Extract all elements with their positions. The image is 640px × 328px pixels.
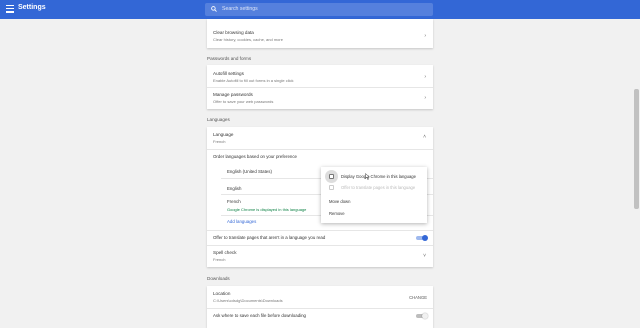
remove-label: Remove bbox=[329, 211, 345, 216]
spell-check-label: Spell check bbox=[213, 250, 237, 255]
chevron-right-icon: › bbox=[424, 74, 426, 80]
autofill-settings-row[interactable]: Autofill settings Enable Autofill to fil… bbox=[207, 68, 433, 86]
spell-check-value: French bbox=[213, 257, 226, 262]
divider bbox=[207, 308, 433, 309]
scrollbar-thumb[interactable] bbox=[634, 89, 639, 209]
ask-where-label: Ask where to save each file before downl… bbox=[213, 313, 306, 318]
location-row: Location C:\Users\cdsdg\Documents\Downlo… bbox=[207, 289, 433, 307]
offer-translate-menu-label: Offer to translate pages in this languag… bbox=[341, 185, 416, 190]
scrollbar[interactable] bbox=[633, 19, 640, 328]
manage-passwords-desc: Offer to save your web passwords bbox=[213, 99, 274, 104]
language-item-english-us: English (United States) bbox=[227, 169, 272, 174]
language-options-menu: Display Google Chrome in this language O… bbox=[321, 167, 427, 223]
chevron-down-icon[interactable]: ˅ bbox=[423, 253, 426, 259]
passwords-card: Autofill settings Enable Autofill to fil… bbox=[207, 65, 433, 109]
search-input[interactable]: Search settings bbox=[222, 6, 258, 12]
chevron-right-icon: › bbox=[424, 95, 426, 101]
divider bbox=[207, 230, 433, 231]
language-row[interactable]: Language French ˄ bbox=[207, 130, 433, 148]
location-path: C:\Users\cdsdg\Documents\Downloads bbox=[213, 298, 283, 303]
downloads-card: Location C:\Users\cdsdg\Documents\Downlo… bbox=[207, 286, 433, 328]
display-language-note: Google Chrome is displayed in this langu… bbox=[227, 207, 307, 212]
autofill-label: Autofill settings bbox=[213, 71, 244, 76]
toggle-knob bbox=[422, 313, 428, 319]
change-location-button[interactable]: CHANGE bbox=[409, 295, 427, 300]
menu-item-display-chrome[interactable]: Display Google Chrome in this language bbox=[321, 172, 427, 182]
search-box[interactable]: Search settings bbox=[205, 3, 433, 16]
language-item-english: English bbox=[227, 186, 242, 191]
divider bbox=[207, 149, 433, 150]
clear-browsing-label: Clear browsing data bbox=[213, 30, 254, 35]
display-chrome-label: Display Google Chrome in this language bbox=[341, 174, 416, 179]
menu-item-offer-translate: Offer to translate pages in this languag… bbox=[321, 183, 427, 193]
language-value: French bbox=[213, 139, 226, 144]
menu-item-remove[interactable]: Remove bbox=[321, 210, 427, 219]
language-label: Language bbox=[213, 132, 234, 137]
mouse-cursor-icon bbox=[365, 173, 370, 180]
menu-item-move-down[interactable]: Move down bbox=[321, 198, 427, 207]
chevron-right-icon: › bbox=[424, 33, 426, 39]
spell-check-row[interactable]: Spell check French ˅ bbox=[207, 247, 433, 265]
language-item-french: French bbox=[227, 199, 241, 204]
privacy-card: Clear browsing data Clear history, cooki… bbox=[207, 19, 433, 48]
divider bbox=[207, 245, 433, 246]
display-chrome-checkbox[interactable] bbox=[329, 174, 334, 179]
chevron-up-icon[interactable]: ˄ bbox=[423, 134, 426, 140]
search-icon bbox=[211, 6, 217, 12]
menu-icon[interactable] bbox=[6, 5, 14, 13]
clear-browsing-desc: Clear history, cookies, cache, and more bbox=[213, 37, 283, 42]
downloads-section-title: Downloads bbox=[207, 276, 230, 281]
app-header: Settings Search settings bbox=[0, 0, 640, 19]
offer-translate-label: Offer to translate pages that aren't in … bbox=[213, 235, 326, 240]
page-title: Settings bbox=[18, 4, 46, 11]
manage-passwords-label: Manage passwords bbox=[213, 92, 253, 97]
move-down-label: Move down bbox=[329, 199, 351, 204]
add-languages-link[interactable]: Add languages bbox=[227, 219, 256, 224]
autofill-desc: Enable Autofill to fill out forms in a s… bbox=[213, 78, 294, 83]
offer-translate-checkbox bbox=[329, 185, 334, 190]
order-languages-label: Order languages based on your preference bbox=[213, 154, 297, 159]
languages-section-title: Languages bbox=[207, 117, 230, 122]
divider bbox=[207, 87, 433, 88]
manage-passwords-row[interactable]: Manage passwords Offer to save your web … bbox=[207, 89, 433, 107]
location-label: Location bbox=[213, 291, 231, 296]
passwords-section-title: Passwords and forms bbox=[207, 56, 252, 61]
clear-browsing-data-row[interactable]: Clear browsing data Clear history, cooki… bbox=[207, 28, 433, 44]
toggle-knob bbox=[422, 235, 428, 241]
